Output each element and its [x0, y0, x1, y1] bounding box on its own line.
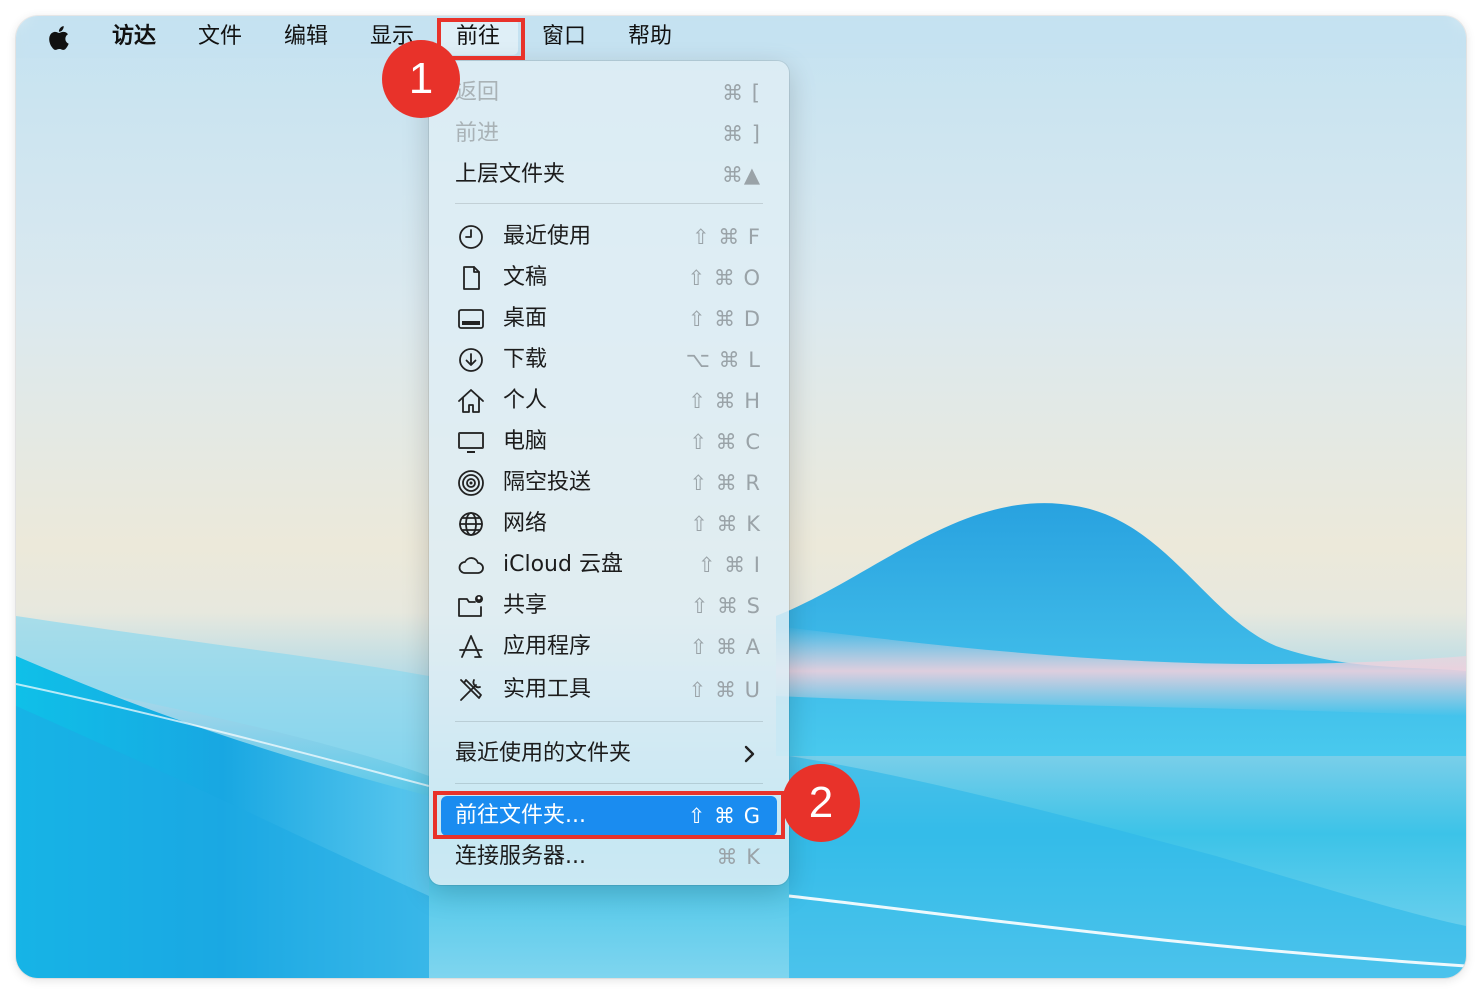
menu-item-label: 网络	[503, 511, 548, 536]
shortcut-label: ⇧ ⌘ I	[697, 553, 761, 577]
menu-item-label: 前进	[455, 121, 500, 146]
chevron-right-icon	[744, 745, 755, 763]
shortcut-label: ⇧ ⌘ F	[691, 225, 761, 249]
step-badge-2: 2	[782, 764, 860, 842]
menu-item-documents[interactable]: 文稿 ⇧ ⌘ O	[441, 258, 777, 298]
shortcut-label: ⇧ ⌘ C	[689, 430, 761, 454]
menu-item-label: 连接服务器...	[455, 844, 586, 869]
menu-item-label: 电脑	[503, 429, 548, 454]
menu-item-label: 共享	[503, 593, 548, 618]
menu-window[interactable]: 窗口	[542, 16, 586, 58]
menu-item-label: 应用程序	[503, 634, 592, 659]
menu-item-utilities[interactable]: 实用工具 ⇧ ⌘ U	[441, 670, 777, 710]
network-icon	[459, 512, 483, 536]
menu-item-label: 最近使用的文件夹	[455, 741, 632, 766]
menu-item-label: 最近使用	[503, 224, 592, 249]
menu-separator	[455, 203, 763, 204]
utilities-icon	[460, 679, 482, 701]
menu-item-recent-folders[interactable]: 最近使用的文件夹	[441, 734, 777, 774]
menu-item-icloud[interactable]: iCloud 云盘 ⇧ ⌘ I	[441, 545, 777, 585]
shortcut-label: ⇧ ⌘ K	[690, 512, 761, 536]
icloud-icon	[458, 557, 484, 574]
menu-item-forward[interactable]: 前进 ⌘ ]	[441, 114, 777, 154]
menu-item-shared[interactable]: 共享 ⇧ ⌘ S	[441, 586, 777, 626]
shortcut-label: ⌘▲	[721, 163, 761, 187]
apple-icon[interactable]	[46, 24, 74, 52]
menu-item-label: 返回	[455, 80, 500, 105]
shortcut-label: ⇧ ⌘ O	[687, 266, 761, 290]
menu-item-desktop[interactable]: 桌面 ⇧ ⌘ D	[441, 299, 777, 339]
menu-edit[interactable]: 编辑	[284, 16, 328, 58]
menu-bar: 访达 文件 编辑 显示 前往 窗口 帮助	[16, 16, 1466, 58]
step-badge-1: 1	[382, 40, 460, 118]
menu-item-applications[interactable]: 应用程序 ⇧ ⌘ A	[441, 627, 777, 667]
menu-item-label: iCloud 云盘	[503, 552, 623, 577]
shortcut-label: ⇧ ⌘ A	[689, 635, 761, 659]
shortcut-label: ⌘ K	[716, 845, 761, 869]
shared-folder-icon	[458, 595, 483, 617]
menu-item-enclosing-folder[interactable]: 上层文件夹 ⌘▲	[441, 155, 777, 195]
menu-item-label: 上层文件夹	[455, 162, 566, 187]
shortcut-label: ⇧ ⌘ U	[688, 678, 761, 702]
menu-item-downloads[interactable]: 下载 ⌥ ⌘ L	[441, 340, 777, 380]
menu-item-label: 隔空投送	[503, 470, 592, 495]
menu-item-network[interactable]: 网络 ⇧ ⌘ K	[441, 504, 777, 544]
clock-icon	[459, 225, 483, 249]
desktop-window: 访达 文件 编辑 显示 前往 窗口 帮助 返回 ⌘ [ 前进 ⌘ ] 上层文件夹…	[16, 16, 1466, 978]
menu-item-home[interactable]: 个人 ⇧ ⌘ H	[441, 381, 777, 421]
menu-go[interactable]: 前往	[438, 19, 519, 55]
applications-icon	[459, 635, 483, 658]
shortcut-label: ⇧ ⌘ H	[688, 389, 761, 413]
menu-item-connect-server[interactable]: 连接服务器... ⌘ K	[441, 837, 777, 877]
shortcut-label: ⇧ ⌘ G	[687, 804, 761, 828]
menu-item-label: 下载	[503, 347, 548, 372]
go-menu-dropdown: 返回 ⌘ [ 前进 ⌘ ] 上层文件夹 ⌘▲ 最近使用 ⇧ ⌘ F 文稿 ⇧ ⌘…	[429, 61, 789, 885]
shortcut-label: ⇧ ⌘ S	[690, 594, 761, 618]
menu-item-label: 桌面	[503, 306, 548, 331]
home-icon	[458, 389, 484, 413]
shortcut-label: ⇧ ⌘ D	[687, 307, 761, 331]
menu-item-go-to-folder[interactable]: 前往文件夹... ⇧ ⌘ G	[441, 796, 777, 836]
download-icon	[459, 348, 483, 372]
menu-file[interactable]: 文件	[198, 16, 242, 58]
menu-item-back[interactable]: 返回 ⌘ [	[441, 73, 777, 113]
menu-item-label: 实用工具	[503, 677, 592, 702]
menu-item-label: 个人	[503, 388, 548, 413]
desktop-icon	[458, 309, 484, 329]
menu-help[interactable]: 帮助	[628, 16, 672, 58]
shortcut-label: ⌘ [	[722, 81, 761, 105]
menu-finder[interactable]: 访达	[112, 16, 156, 58]
airdrop-icon	[458, 470, 484, 496]
menu-item-label: 文稿	[503, 265, 548, 290]
shortcut-label: ⌘ ]	[722, 122, 761, 146]
menu-item-recents[interactable]: 最近使用 ⇧ ⌘ F	[441, 217, 777, 257]
document-icon	[463, 266, 480, 290]
menu-item-airdrop[interactable]: 隔空投送 ⇧ ⌘ R	[441, 463, 777, 503]
menu-separator	[455, 783, 763, 784]
computer-icon	[458, 432, 484, 453]
menu-item-computer[interactable]: 电脑 ⇧ ⌘ C	[441, 422, 777, 462]
shortcut-label: ⇧ ⌘ R	[689, 471, 761, 495]
menu-item-label: 前往文件夹...	[455, 803, 586, 828]
menu-separator	[455, 721, 763, 722]
shortcut-label: ⌥ ⌘ L	[685, 348, 761, 372]
